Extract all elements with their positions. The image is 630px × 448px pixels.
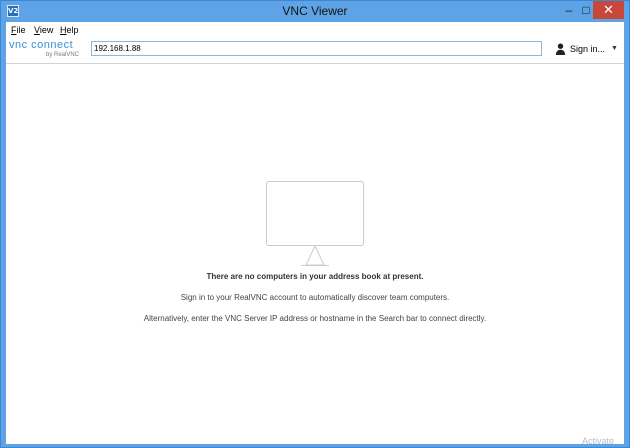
menu-view[interactable]: View: [34, 23, 53, 37]
toolbar: vnc connect by RealVNC Sign in... ▼: [6, 37, 624, 64]
sign-in-label: Sign in...: [570, 44, 606, 54]
close-button[interactable]: ✕: [593, 1, 624, 19]
sign-in-button[interactable]: Sign in... ▼: [555, 41, 621, 57]
activation-watermark: Activate: [582, 436, 615, 446]
logo-subtext: by RealVNC: [46, 52, 80, 58]
titlebar[interactable]: V2 VNC Viewer – □ ✕: [1, 1, 629, 22]
window-title: VNC Viewer: [282, 4, 348, 18]
direct-connect-hint-text: Alternatively, enter the VNC Server IP a…: [143, 314, 487, 323]
person-icon: [555, 43, 566, 55]
menu-file[interactable]: File: [11, 23, 26, 37]
monitor-icon: [266, 181, 364, 266]
empty-address-book-heading: There are no computers in your address b…: [206, 272, 424, 281]
chevron-down-icon: ▼: [611, 45, 618, 52]
vnc-connect-logo: vnc connect by RealVNC: [9, 39, 89, 61]
sign-in-hint-text: Sign in to your RealVNC account to autom…: [180, 293, 450, 302]
vnc-viewer-window: V2 VNC Viewer – □ ✕ File View Help vnc c…: [0, 0, 630, 448]
address-search-input[interactable]: [91, 41, 542, 56]
client-area: File View Help vnc connect by RealVNC Si…: [6, 22, 624, 446]
logo-text: vnc connect: [9, 39, 74, 51]
menu-help[interactable]: Help: [60, 23, 79, 37]
menu-bar: File View Help: [6, 22, 624, 37]
